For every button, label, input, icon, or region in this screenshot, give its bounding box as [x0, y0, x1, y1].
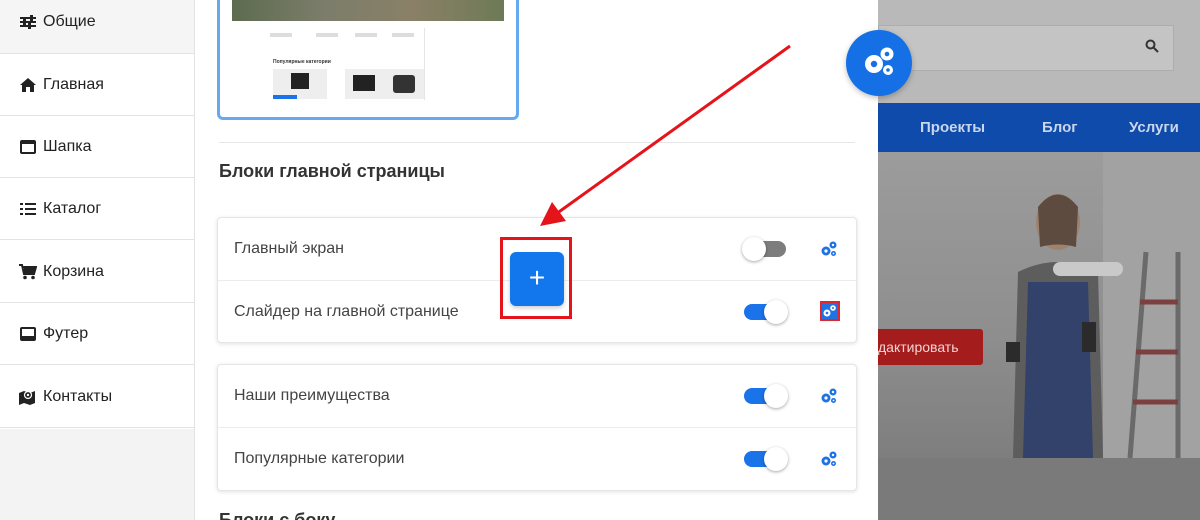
sidebar-item-catalog[interactable]: Каталог [0, 178, 194, 240]
thumbnail-section-label: Популярные категории [273, 59, 331, 65]
gears-icon [861, 43, 897, 84]
map-pin-icon [19, 388, 37, 406]
cart-icon [19, 263, 37, 281]
settings-sidebar: Общие Главная Шапка Каталог Корзина Футе… [0, 0, 195, 520]
sidebar-item-label: Корзина [43, 262, 104, 280]
sidebar-item-label: Общие [43, 13, 96, 30]
sidebar-empty-area [0, 429, 194, 520]
gears-icon[interactable] [820, 450, 838, 468]
painter-illustration [1006, 152, 1200, 459]
gears-icon[interactable] [820, 240, 838, 258]
preview-nav-item: Блог [1042, 119, 1078, 136]
preview-edit-button: дактировать [878, 329, 983, 365]
blocks-group: Наши преимущества Популярные категории [217, 364, 857, 491]
thumbnail-sidebar-list [424, 28, 469, 100]
thumbnail-product [345, 69, 385, 99]
sliders-icon [19, 13, 37, 31]
preview-footer-area [878, 458, 1200, 520]
sidebar-item-footer[interactable]: Футер [0, 303, 194, 365]
site-preview: Проекты Блог Услуги дактировать [878, 0, 1200, 520]
thumbnail-feature [270, 33, 292, 37]
block-toggle[interactable] [744, 384, 788, 408]
window-icon [19, 138, 37, 156]
block-toggle[interactable] [742, 237, 786, 261]
preview-nav-item: Услуги [1129, 119, 1179, 136]
sidebar-item-cart[interactable]: Корзина [0, 241, 194, 303]
preview-nav: Проекты Блог Услуги [878, 103, 1200, 152]
sidebar-item-label: Главная [43, 75, 104, 93]
preview-hero-image [878, 152, 1200, 459]
section-divider [219, 142, 855, 143]
thumbnail-feature [392, 33, 414, 37]
section-title: Блоки с боку [219, 510, 336, 520]
settings-panel: Популярные категории Блоки главной стран… [195, 0, 878, 520]
gears-icon[interactable] [820, 301, 840, 321]
add-block-button[interactable]: + [510, 252, 564, 306]
list-icon [19, 200, 37, 218]
block-toggle[interactable] [744, 300, 788, 324]
sidebar-item-label: Футер [43, 324, 89, 342]
block-label: Наши преимущества [234, 387, 390, 404]
sidebar-item-label: Шапка [43, 137, 92, 155]
preview-nav-item: Проекты [920, 119, 986, 136]
block-label: Популярные категории [234, 450, 405, 467]
block-label: Слайдер на главной странице [234, 303, 459, 320]
block-row-advantages: Наши преимущества [218, 365, 856, 427]
sidebar-item-label: Контакты [43, 387, 113, 405]
thumbnail-product [273, 69, 327, 99]
sidebar-item-label: Каталог [43, 199, 102, 217]
sidebar-item-main[interactable]: Главная [0, 54, 194, 116]
thumbnail-feature [316, 33, 338, 37]
sidebar-item-general[interactable]: Общие [0, 0, 194, 54]
layout-thumbnail[interactable]: Популярные категории [217, 0, 519, 120]
sidebar-item-header[interactable]: Шапка [0, 116, 194, 178]
gears-icon[interactable] [820, 387, 838, 405]
block-toggle[interactable] [744, 447, 788, 471]
home-icon [19, 76, 37, 94]
window-icon [19, 325, 37, 343]
block-label: Главный экран [234, 240, 345, 257]
preview-search-input [878, 25, 1174, 71]
thumbnail-banner [232, 0, 504, 21]
settings-fab[interactable] [846, 30, 912, 96]
thumbnail-product [385, 69, 425, 99]
section-title: Блоки главной страницы [219, 161, 445, 181]
search-icon [1145, 39, 1159, 58]
sidebar-item-contacts[interactable]: Контакты [0, 366, 194, 428]
thumbnail-feature [355, 33, 377, 37]
block-row-categories: Популярные категории [218, 427, 856, 490]
